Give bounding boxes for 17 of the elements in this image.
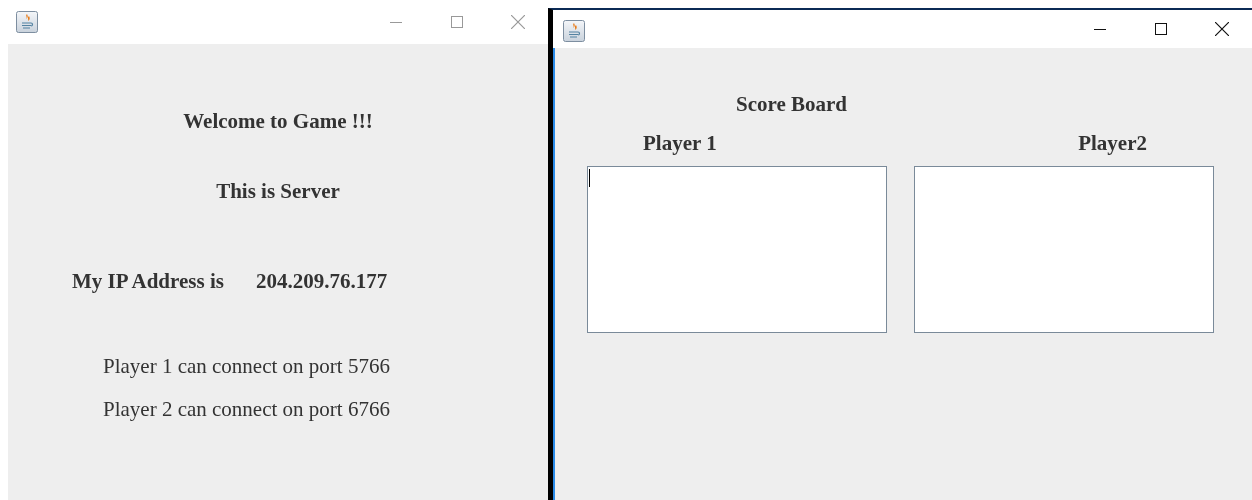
ip-label: My IP Address is (72, 269, 224, 293)
maximize-icon (1154, 23, 1167, 35)
player-label: Player 1 (643, 131, 717, 155)
welcome-heading: Welcome to Game !!! (182, 109, 374, 133)
java-app-icon (16, 11, 38, 33)
port-info: Player 1 can connect on port 5766 (102, 354, 391, 378)
port-info: Player 2 can connect on port 6766 (102, 397, 391, 421)
score-text-area[interactable] (914, 166, 1214, 333)
server-subheading: This is Server (215, 179, 341, 203)
java-app-icon (563, 20, 585, 42)
player-label: Player2 (1078, 131, 1147, 155)
score-board-title: Score Board (735, 92, 849, 116)
close-icon (1214, 22, 1229, 36)
ip-address: 204.209.76.177 (255, 269, 388, 293)
maximize-icon (450, 16, 463, 28)
close-icon (510, 15, 525, 29)
score-text-area[interactable] (587, 166, 887, 333)
